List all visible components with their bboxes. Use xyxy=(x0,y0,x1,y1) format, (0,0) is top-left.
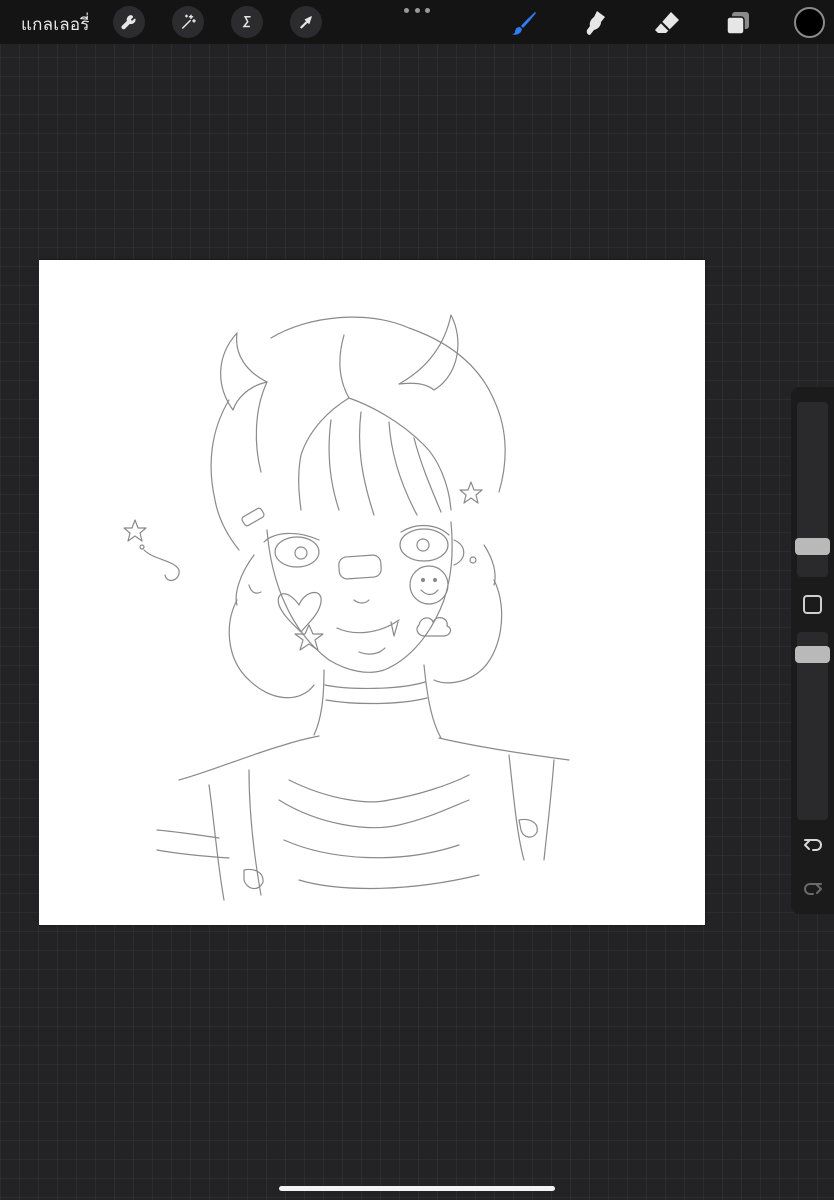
opacity-slider-thumb[interactable] xyxy=(795,646,830,663)
home-indicator[interactable] xyxy=(279,1186,555,1191)
undo-arrow-icon[interactable] xyxy=(801,833,825,857)
adjustments-button[interactable] xyxy=(172,6,204,38)
eraser-tool-button[interactable] xyxy=(650,6,684,40)
wrench-icon xyxy=(121,15,136,30)
brush-icon xyxy=(512,12,536,35)
brush-sidebar xyxy=(791,387,834,914)
smudge-tool-button[interactable] xyxy=(579,6,613,40)
magic-wand-icon xyxy=(182,14,196,29)
more-menu[interactable] xyxy=(404,4,430,16)
actions-button[interactable] xyxy=(113,6,145,38)
transform-button[interactable] xyxy=(290,6,322,38)
redo-arrow-icon[interactable] xyxy=(801,877,825,901)
eraser-icon xyxy=(655,12,679,33)
top-toolbar: แกลเลอรี่ xyxy=(0,0,834,44)
selection-button[interactable] xyxy=(231,6,263,38)
layers-button[interactable] xyxy=(721,6,755,40)
size-slider-thumb[interactable] xyxy=(795,538,830,555)
modify-square-icon[interactable] xyxy=(803,595,822,614)
transform-arrow-icon xyxy=(300,16,312,29)
smudge-icon xyxy=(586,11,605,35)
drawing-canvas[interactable] xyxy=(39,260,705,925)
selection-s-icon xyxy=(242,16,251,28)
sketch-artwork xyxy=(123,314,570,901)
layers-icon xyxy=(726,12,749,35)
brush-tool-button[interactable] xyxy=(507,6,541,40)
color-picker-button[interactable] xyxy=(794,7,825,38)
gallery-button[interactable]: แกลเลอรี่ xyxy=(21,11,90,38)
more-dots-icon xyxy=(404,7,409,13)
